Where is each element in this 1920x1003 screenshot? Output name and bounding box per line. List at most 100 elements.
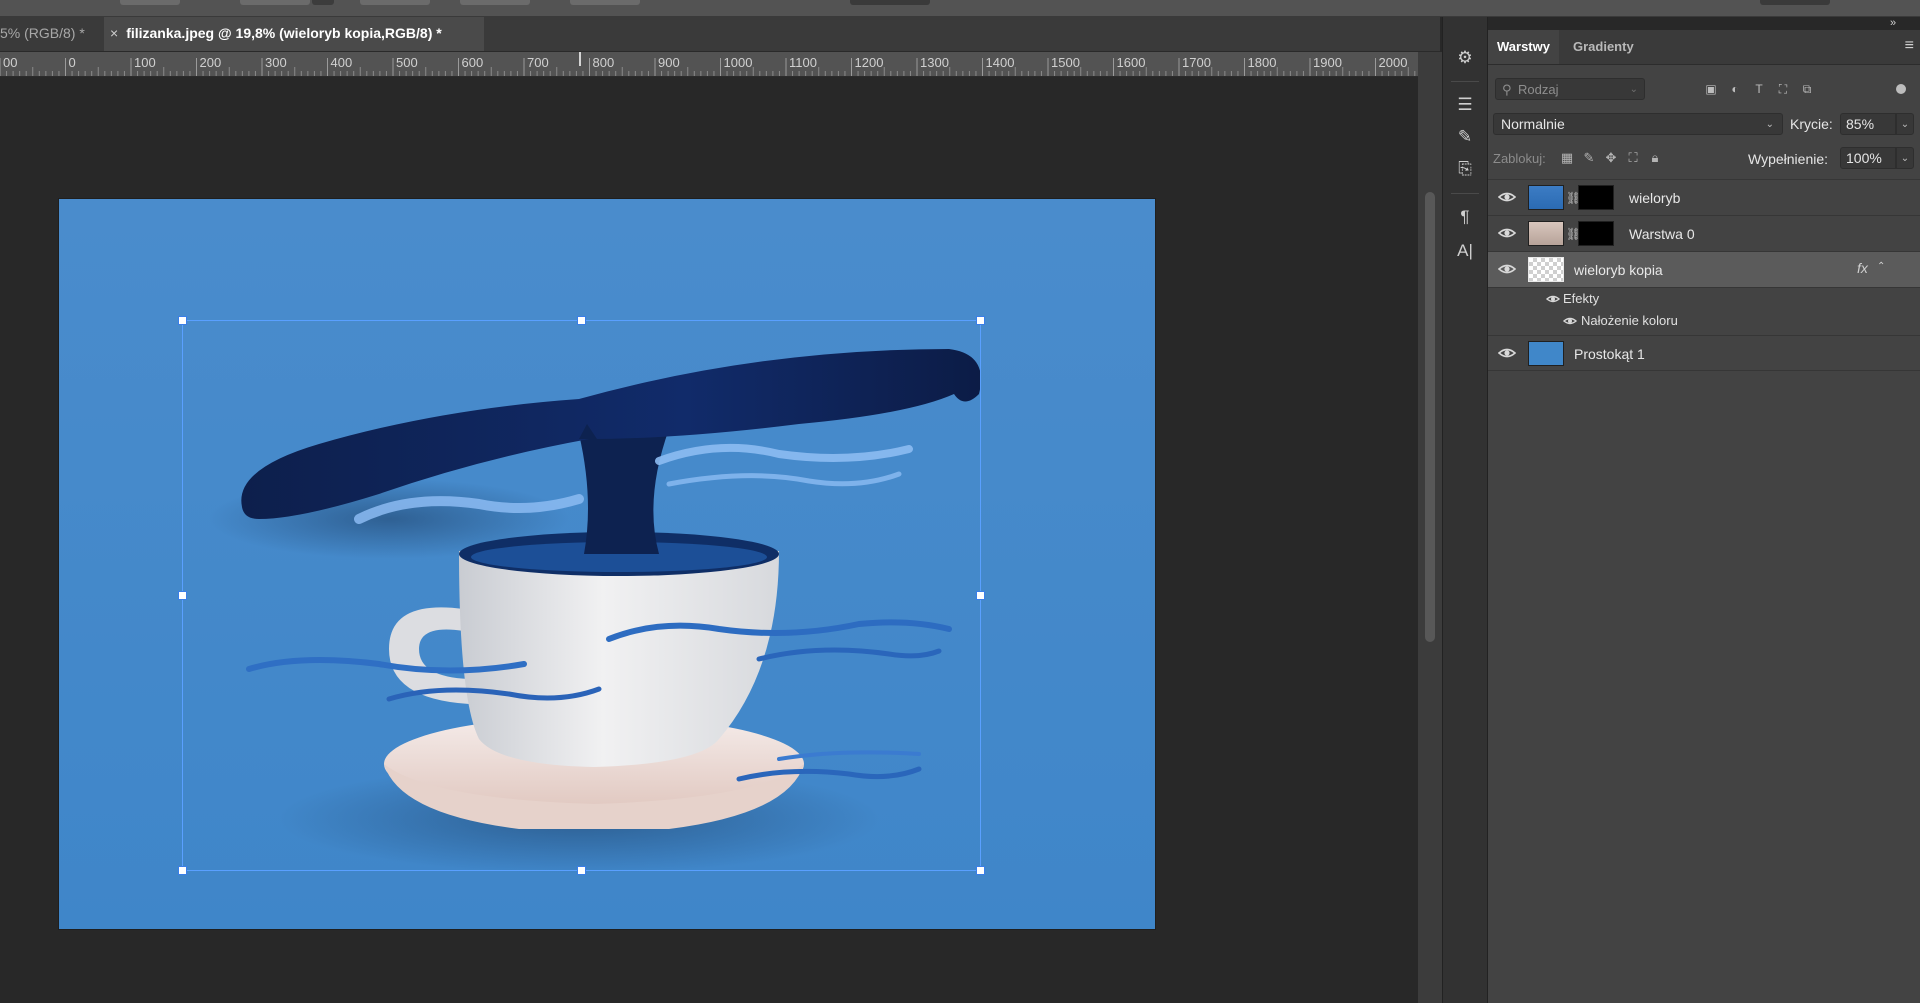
option-control[interactable] [850, 0, 930, 5]
shape-filter-icon[interactable]: ⛶ [1773, 80, 1793, 98]
close-tab-icon[interactable]: × [110, 17, 118, 49]
blend-row: Normalnie ⌄ Krycie: 85% ⌄ [1488, 112, 1920, 138]
character-icon[interactable]: A| [1451, 237, 1479, 265]
ruler-label: 1900 [1313, 55, 1342, 70]
filter-toggle[interactable] [1896, 84, 1906, 94]
option-control[interactable] [312, 0, 334, 5]
layer-thumbnail [1528, 257, 1564, 282]
chevron-down-icon: ⌄ [1765, 119, 1774, 130]
document-canvas[interactable] [59, 199, 1155, 929]
layer-row[interactable]: ⛓ Warstwa 0 [1488, 216, 1920, 252]
layer-effects-icon[interactable]: fx [1857, 260, 1868, 276]
ruler-label: 800 [593, 55, 615, 70]
visibility-eye-icon[interactable] [1546, 294, 1560, 304]
document-tab-bar: 5% (RGB/8) * × filizanka.jpeg @ 19,8% (wi… [0, 17, 1440, 52]
lock-position-icon[interactable]: ✥ [1602, 149, 1620, 167]
opacity-label: Krycie: [1790, 116, 1833, 132]
paragraph-icon[interactable]: ¶ [1451, 203, 1479, 231]
option-control[interactable] [460, 0, 530, 5]
visibility-eye-icon[interactable] [1498, 226, 1516, 240]
visibility-eye-icon[interactable] [1563, 316, 1577, 326]
lock-transparent-pixels-icon[interactable]: ▦ [1558, 149, 1576, 167]
adjustment-filter-icon[interactable]: ◐ [1725, 80, 1745, 98]
ruler-label: 1100 [789, 55, 817, 70]
search-icon: ⚲ [1502, 82, 1512, 97]
ruler-label: 1500 [1051, 55, 1080, 70]
divider [1451, 193, 1479, 194]
properties-icon[interactable]: ☰ [1451, 91, 1479, 119]
layer-name: wieloryb kopia [1574, 262, 1663, 278]
opacity-input[interactable]: 85% [1840, 113, 1896, 135]
ruler-label: 1400 [986, 55, 1015, 70]
link-icon[interactable]: ⛓ [1566, 189, 1581, 207]
layer-name: wieloryb [1629, 190, 1681, 206]
visibility-eye-icon[interactable] [1498, 346, 1516, 360]
layer-thumbnail [1528, 185, 1564, 210]
option-control[interactable] [570, 0, 640, 5]
options-bar [0, 0, 1920, 17]
ruler-label: 0 [69, 55, 76, 70]
visibility-eye-icon[interactable] [1498, 262, 1516, 276]
panel-menu-icon[interactable]: ≡ [1905, 37, 1914, 55]
option-control[interactable] [1760, 0, 1830, 5]
vertical-scrollbar[interactable] [1418, 52, 1442, 1003]
layer-mask-thumbnail[interactable] [1578, 221, 1614, 246]
type-filter-icon[interactable]: T [1749, 80, 1769, 98]
ruler-ticks: 00 0 100 200 300 400 500 600 700 800 900 1000 1100 12… [0, 52, 1416, 76]
opacity-dropdown-icon[interactable]: ⌄ [1896, 113, 1914, 135]
fill-input[interactable]: 100% [1840, 147, 1896, 169]
layer-kind-filter[interactable]: ⚲ Rodzaj ⌄ [1495, 78, 1645, 100]
clone-source-icon[interactable]: ⎘ [1451, 155, 1479, 183]
ruler-label: 1200 [855, 55, 884, 70]
layer-thumbnail [1528, 221, 1564, 246]
layer-mask-thumbnail[interactable] [1578, 185, 1614, 210]
ruler-label: 1300 [920, 55, 949, 70]
chevron-down-icon: ⌄ [1629, 84, 1638, 95]
shape-layer-thumbnail [1528, 341, 1564, 366]
blend-mode-select[interactable]: Normalnie ⌄ [1493, 113, 1783, 135]
lock-all-icon[interactable]: 🔒︎ [1646, 149, 1664, 167]
layer-row[interactable]: Prostokąt 1 [1488, 335, 1920, 371]
option-control[interactable] [120, 0, 180, 5]
ruler-label: 300 [265, 55, 287, 70]
adjustments-icon[interactable]: ⚙ [1451, 44, 1479, 72]
brush-icon[interactable]: ✎ [1451, 123, 1479, 151]
effect-row[interactable]: Nałożenie koloru [1488, 310, 1920, 332]
image-filter-icon[interactable]: ▣ [1701, 80, 1721, 98]
visibility-eye-icon[interactable] [1498, 190, 1516, 204]
fill-dropdown-icon[interactable]: ⌄ [1896, 147, 1914, 169]
document-tab-label: filizanka.jpeg @ 19,8% (wieloryb kopia,R… [126, 25, 442, 41]
lock-artboard-icon[interactable]: ⛶ [1624, 149, 1642, 167]
panel-tabs: Warstwy Gradienty ≡ [1488, 30, 1920, 65]
option-control[interactable] [240, 0, 310, 5]
option-control[interactable] [360, 0, 430, 5]
layers-panel: Warstwy Gradienty ≡ ⚲ Rodzaj ⌄ ▣ ◐ T ⛶ ⧉… [1488, 30, 1920, 1003]
chevron-up-icon[interactable]: ⌃ [1877, 261, 1885, 272]
artwork-whale-tail-cup [209, 349, 981, 874]
ruler-label: 00 [3, 55, 17, 70]
ruler-label: 1000 [724, 55, 753, 70]
lock-row: Zablokuj: ▦ ✎ ✥ ⛶ 🔒︎ Wypełnienie: 100% ⌄ [1488, 146, 1920, 172]
lock-image-pixels-icon[interactable]: ✎ [1580, 149, 1598, 167]
tab-gradients[interactable]: Gradienty [1564, 30, 1643, 64]
layer-kind-filter-label: Rodzaj [1518, 82, 1559, 97]
link-icon[interactable]: ⛓ [1566, 225, 1581, 243]
layer-row[interactable]: ⛓ wieloryb [1488, 180, 1920, 216]
scrollbar-thumb[interactable] [1425, 192, 1435, 642]
document-tab[interactable]: 5% (RGB/8) * [0, 17, 100, 51]
ruler-label: 1700 [1182, 55, 1211, 70]
horizontal-ruler[interactable]: 00 0 100 200 300 400 500 600 700 800 900 1000 1100 12… [0, 52, 1418, 77]
divider [1451, 81, 1479, 82]
layers-list: ⛓ wieloryb ⛓ Warstwa 0 wieloryb kopia fx… [1488, 179, 1920, 440]
expand-panels-icon[interactable]: » [1890, 17, 1896, 29]
ruler-label: 500 [396, 55, 418, 70]
ruler-label: 100 [134, 55, 156, 70]
ruler-label: 700 [527, 55, 549, 70]
smart-object-filter-icon[interactable]: ⧉ [1797, 80, 1817, 98]
effects-group-row[interactable]: Efekty [1488, 288, 1920, 310]
document-tab-active[interactable]: × filizanka.jpeg @ 19,8% (wieloryb kopia,… [104, 17, 484, 51]
tab-layers[interactable]: Warstwy [1488, 30, 1559, 64]
blend-mode-value: Normalnie [1501, 116, 1565, 132]
layer-row-selected[interactable]: wieloryb kopia fx ⌃ [1488, 252, 1920, 288]
fill-label: Wypełnienie: [1748, 151, 1829, 167]
